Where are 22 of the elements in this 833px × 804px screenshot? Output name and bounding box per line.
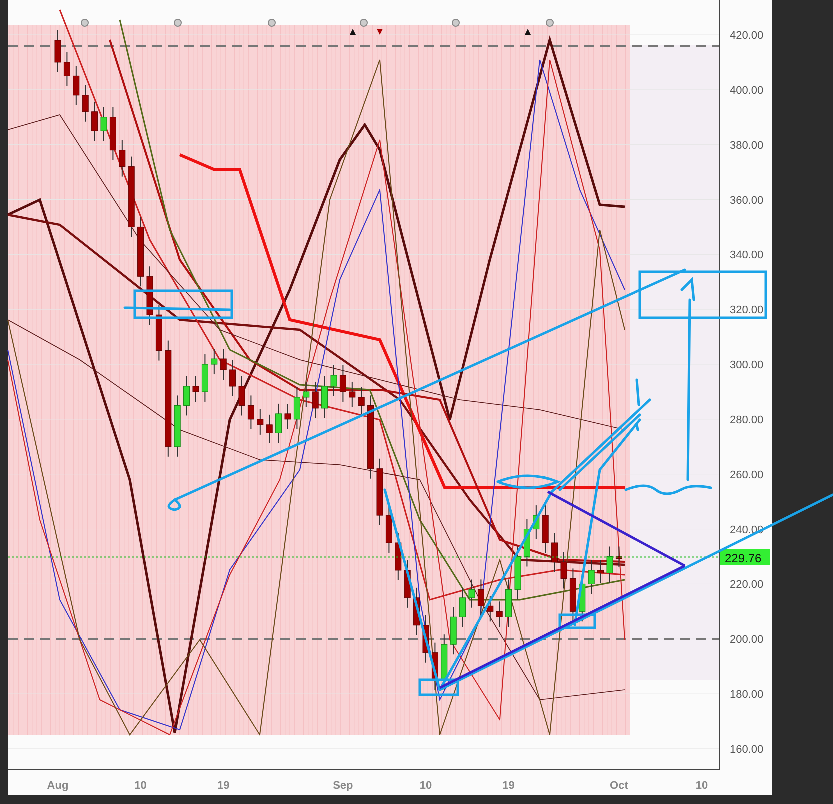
y-axis-label: 320.00: [730, 304, 764, 317]
y-axis-label: 180.00: [730, 689, 764, 702]
x-axis-label: 10: [420, 780, 432, 792]
y-axis-label: 260.00: [730, 469, 764, 482]
x-axis-label: Oct: [610, 780, 628, 792]
y-axis-label: 380.00: [730, 140, 764, 152]
y-axis-label: 200.00: [730, 634, 764, 646]
price-tag: 229.76: [720, 549, 770, 566]
x-axis-label: 19: [502, 780, 515, 792]
y-axis-label: 220.00: [730, 579, 764, 592]
x-axis-label: 10: [134, 780, 147, 792]
y-axis-label: 300.00: [730, 360, 764, 372]
y-axis-label: 340.00: [730, 250, 764, 262]
y-axis-label: 400.00: [730, 84, 764, 97]
y-axis-label: 160.00: [730, 744, 764, 756]
y-axis-label: 360.00: [730, 194, 764, 207]
x-axis-label: Sep: [333, 780, 354, 792]
y-axis-label: 280.00: [730, 414, 764, 426]
x-axis-label: 10: [696, 780, 708, 792]
y-axis-label: 420.00: [730, 30, 764, 42]
x-axis-label: Aug: [47, 780, 69, 792]
x-axis-label: 19: [217, 780, 230, 792]
